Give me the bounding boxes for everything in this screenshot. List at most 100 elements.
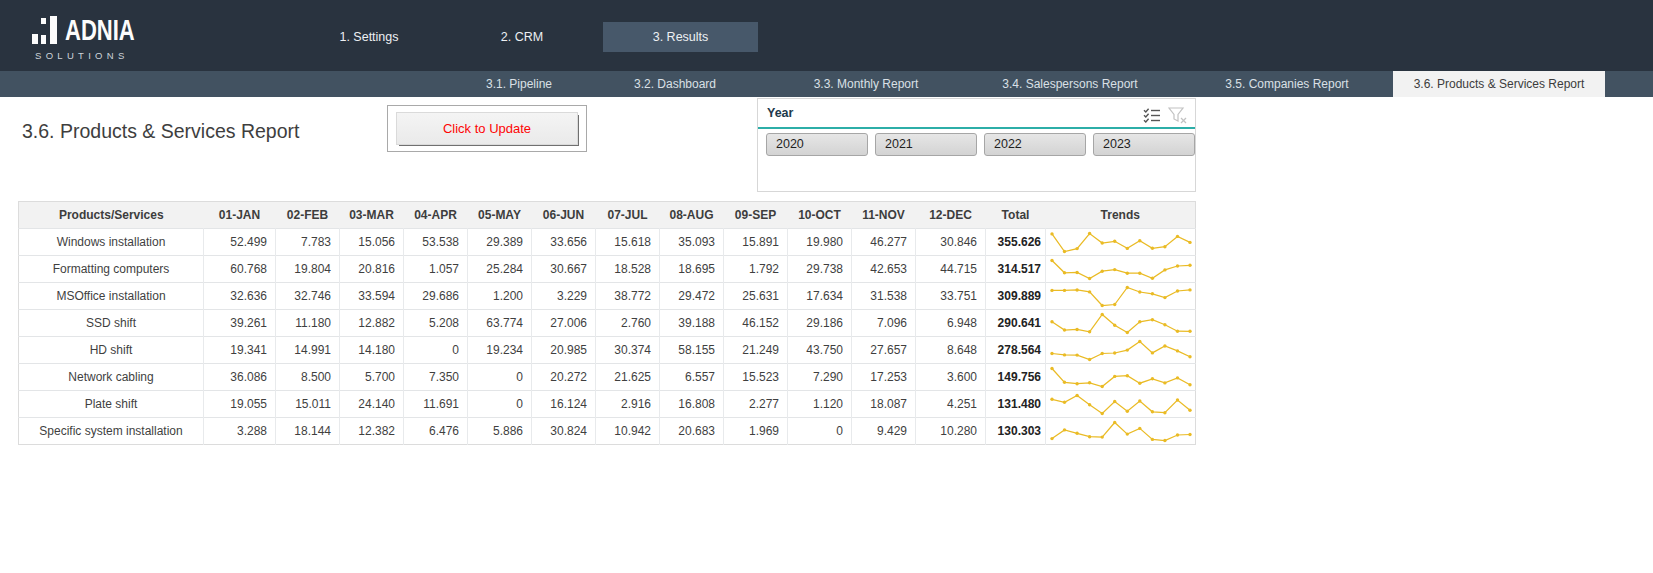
year-filter-2020[interactable]: 2020 xyxy=(766,133,868,156)
month-value: 6.557 xyxy=(660,364,724,391)
sub-nav-bar: 3.1. Pipeline3.2. Dashboard 3.3. Monthly … xyxy=(0,71,1653,97)
month-value: 32.746 xyxy=(276,283,340,310)
main-tab--crm[interactable]: 2. CRM xyxy=(445,22,600,52)
column-header-10-oct: 10-OCT xyxy=(788,202,852,229)
table-row: Network cabling36.0868.5005.7007.350020.… xyxy=(19,364,1196,391)
month-value: 33.594 xyxy=(340,283,404,310)
month-value: 27.657 xyxy=(852,337,916,364)
table-row: Windows installation52.4997.78315.05653.… xyxy=(19,229,1196,256)
month-value: 39.261 xyxy=(204,310,276,337)
column-header-11-nov: 11-NOV xyxy=(852,202,916,229)
update-button-frame: Click to Update xyxy=(387,105,587,152)
product-name: Specific system installation xyxy=(19,418,204,445)
row-total: 309.889 xyxy=(986,283,1046,310)
month-value: 7.096 xyxy=(852,310,916,337)
year-filter-2021[interactable]: 2021 xyxy=(875,133,977,156)
month-value: 38.772 xyxy=(596,283,660,310)
column-header-08-aug: 08-AUG xyxy=(660,202,724,229)
month-value: 16.124 xyxy=(532,391,596,418)
month-value: 58.155 xyxy=(660,337,724,364)
row-total: 290.641 xyxy=(986,310,1046,337)
month-value: 25.631 xyxy=(724,283,788,310)
product-name: Windows installation xyxy=(19,229,204,256)
month-value: 15.523 xyxy=(724,364,788,391)
product-name: HD shift xyxy=(19,337,204,364)
month-value: 0 xyxy=(788,418,852,445)
trend-sparkline xyxy=(1046,283,1196,310)
month-value: 29.472 xyxy=(660,283,724,310)
table-row: Specific system installation3.28818.1441… xyxy=(19,418,1196,445)
column-header-05-may: 05-MAY xyxy=(468,202,532,229)
bar-chart-logo-icon xyxy=(32,16,59,44)
month-value: 15.056 xyxy=(340,229,404,256)
column-header-06-jun: 06-JUN xyxy=(532,202,596,229)
month-value: 9.429 xyxy=(852,418,916,445)
month-value: 46.277 xyxy=(852,229,916,256)
month-value: 36.086 xyxy=(204,364,276,391)
sub-tab-3-1-pipeline[interactable]: 3.1. Pipeline xyxy=(434,71,604,97)
month-value: 25.284 xyxy=(468,256,532,283)
month-value: 1.057 xyxy=(404,256,468,283)
page-title: 3.6. Products & Services Report xyxy=(22,120,299,143)
main-tab--results[interactable]: 3. Results xyxy=(603,22,758,52)
month-value: 11.691 xyxy=(404,391,468,418)
month-value: 0 xyxy=(404,337,468,364)
month-value: 32.636 xyxy=(204,283,276,310)
row-total: 355.626 xyxy=(986,229,1046,256)
column-header-products-services: Products/Services xyxy=(19,202,204,229)
month-value: 8.500 xyxy=(276,364,340,391)
column-header-12-dec: 12-DEC xyxy=(916,202,986,229)
month-value: 2.916 xyxy=(596,391,660,418)
product-name: Formatting computers xyxy=(19,256,204,283)
sub-tab-3-3-monthly-report[interactable]: 3.3. Monthly Report xyxy=(774,71,959,97)
multi-select-icon[interactable] xyxy=(1143,108,1161,123)
month-value: 63.774 xyxy=(468,310,532,337)
month-value: 24.140 xyxy=(340,391,404,418)
month-value: 16.808 xyxy=(660,391,724,418)
trend-sparkline xyxy=(1046,391,1196,418)
column-header-07-jul: 07-JUL xyxy=(596,202,660,229)
month-value: 1.120 xyxy=(788,391,852,418)
sub-tab-3-2-dashboard[interactable]: 3.2. Dashboard xyxy=(590,71,760,97)
month-value: 20.272 xyxy=(532,364,596,391)
year-filter-2022[interactable]: 2022 xyxy=(984,133,1086,156)
year-filter-2023[interactable]: 2023 xyxy=(1093,133,1195,156)
month-value: 1.969 xyxy=(724,418,788,445)
row-total: 131.480 xyxy=(986,391,1046,418)
month-value: 18.087 xyxy=(852,391,916,418)
month-value: 3.288 xyxy=(204,418,276,445)
row-total: 278.564 xyxy=(986,337,1046,364)
month-value: 2.277 xyxy=(724,391,788,418)
sub-tab-3-5-companies-report[interactable]: 3.5. Companies Report xyxy=(1187,71,1387,97)
month-value: 10.280 xyxy=(916,418,986,445)
clear-filter-icon[interactable] xyxy=(1168,107,1188,125)
main-tab--settings[interactable]: 1. Settings xyxy=(292,22,447,52)
column-header-trends: Trends xyxy=(1046,202,1196,229)
month-value: 60.768 xyxy=(204,256,276,283)
top-nav-bar: ADNIA SOLUTIONS 1. Settings2. CRM3. Resu… xyxy=(0,0,1653,71)
month-value: 14.180 xyxy=(340,337,404,364)
month-value: 6.948 xyxy=(916,310,986,337)
month-value: 4.251 xyxy=(916,391,986,418)
column-header-04-apr: 04-APR xyxy=(404,202,468,229)
sub-tab-3-4-salespersons-report[interactable]: 3.4. Salespersons Report xyxy=(963,71,1178,97)
product-name: SSD shift xyxy=(19,310,204,337)
column-header-03-mar: 03-MAR xyxy=(340,202,404,229)
month-value: 6.476 xyxy=(404,418,468,445)
month-value: 12.382 xyxy=(340,418,404,445)
month-value: 19.055 xyxy=(204,391,276,418)
sub-tab-3-6-products-services-report[interactable]: 3.6. Products & Services Report xyxy=(1393,71,1605,97)
click-to-update-button[interactable]: Click to Update xyxy=(396,112,578,145)
month-value: 52.499 xyxy=(204,229,276,256)
month-value: 29.389 xyxy=(468,229,532,256)
month-value: 15.011 xyxy=(276,391,340,418)
table-row: Plate shift19.05515.01124.14011.691016.1… xyxy=(19,391,1196,418)
products-services-report-table: Products/Services01-JAN02-FEB03-MAR04-AP… xyxy=(18,201,1196,445)
month-value: 5.700 xyxy=(340,364,404,391)
month-value: 18.144 xyxy=(276,418,340,445)
month-value: 46.152 xyxy=(724,310,788,337)
month-value: 7.350 xyxy=(404,364,468,391)
month-value: 1.200 xyxy=(468,283,532,310)
month-value: 15.618 xyxy=(596,229,660,256)
month-value: 3.600 xyxy=(916,364,986,391)
